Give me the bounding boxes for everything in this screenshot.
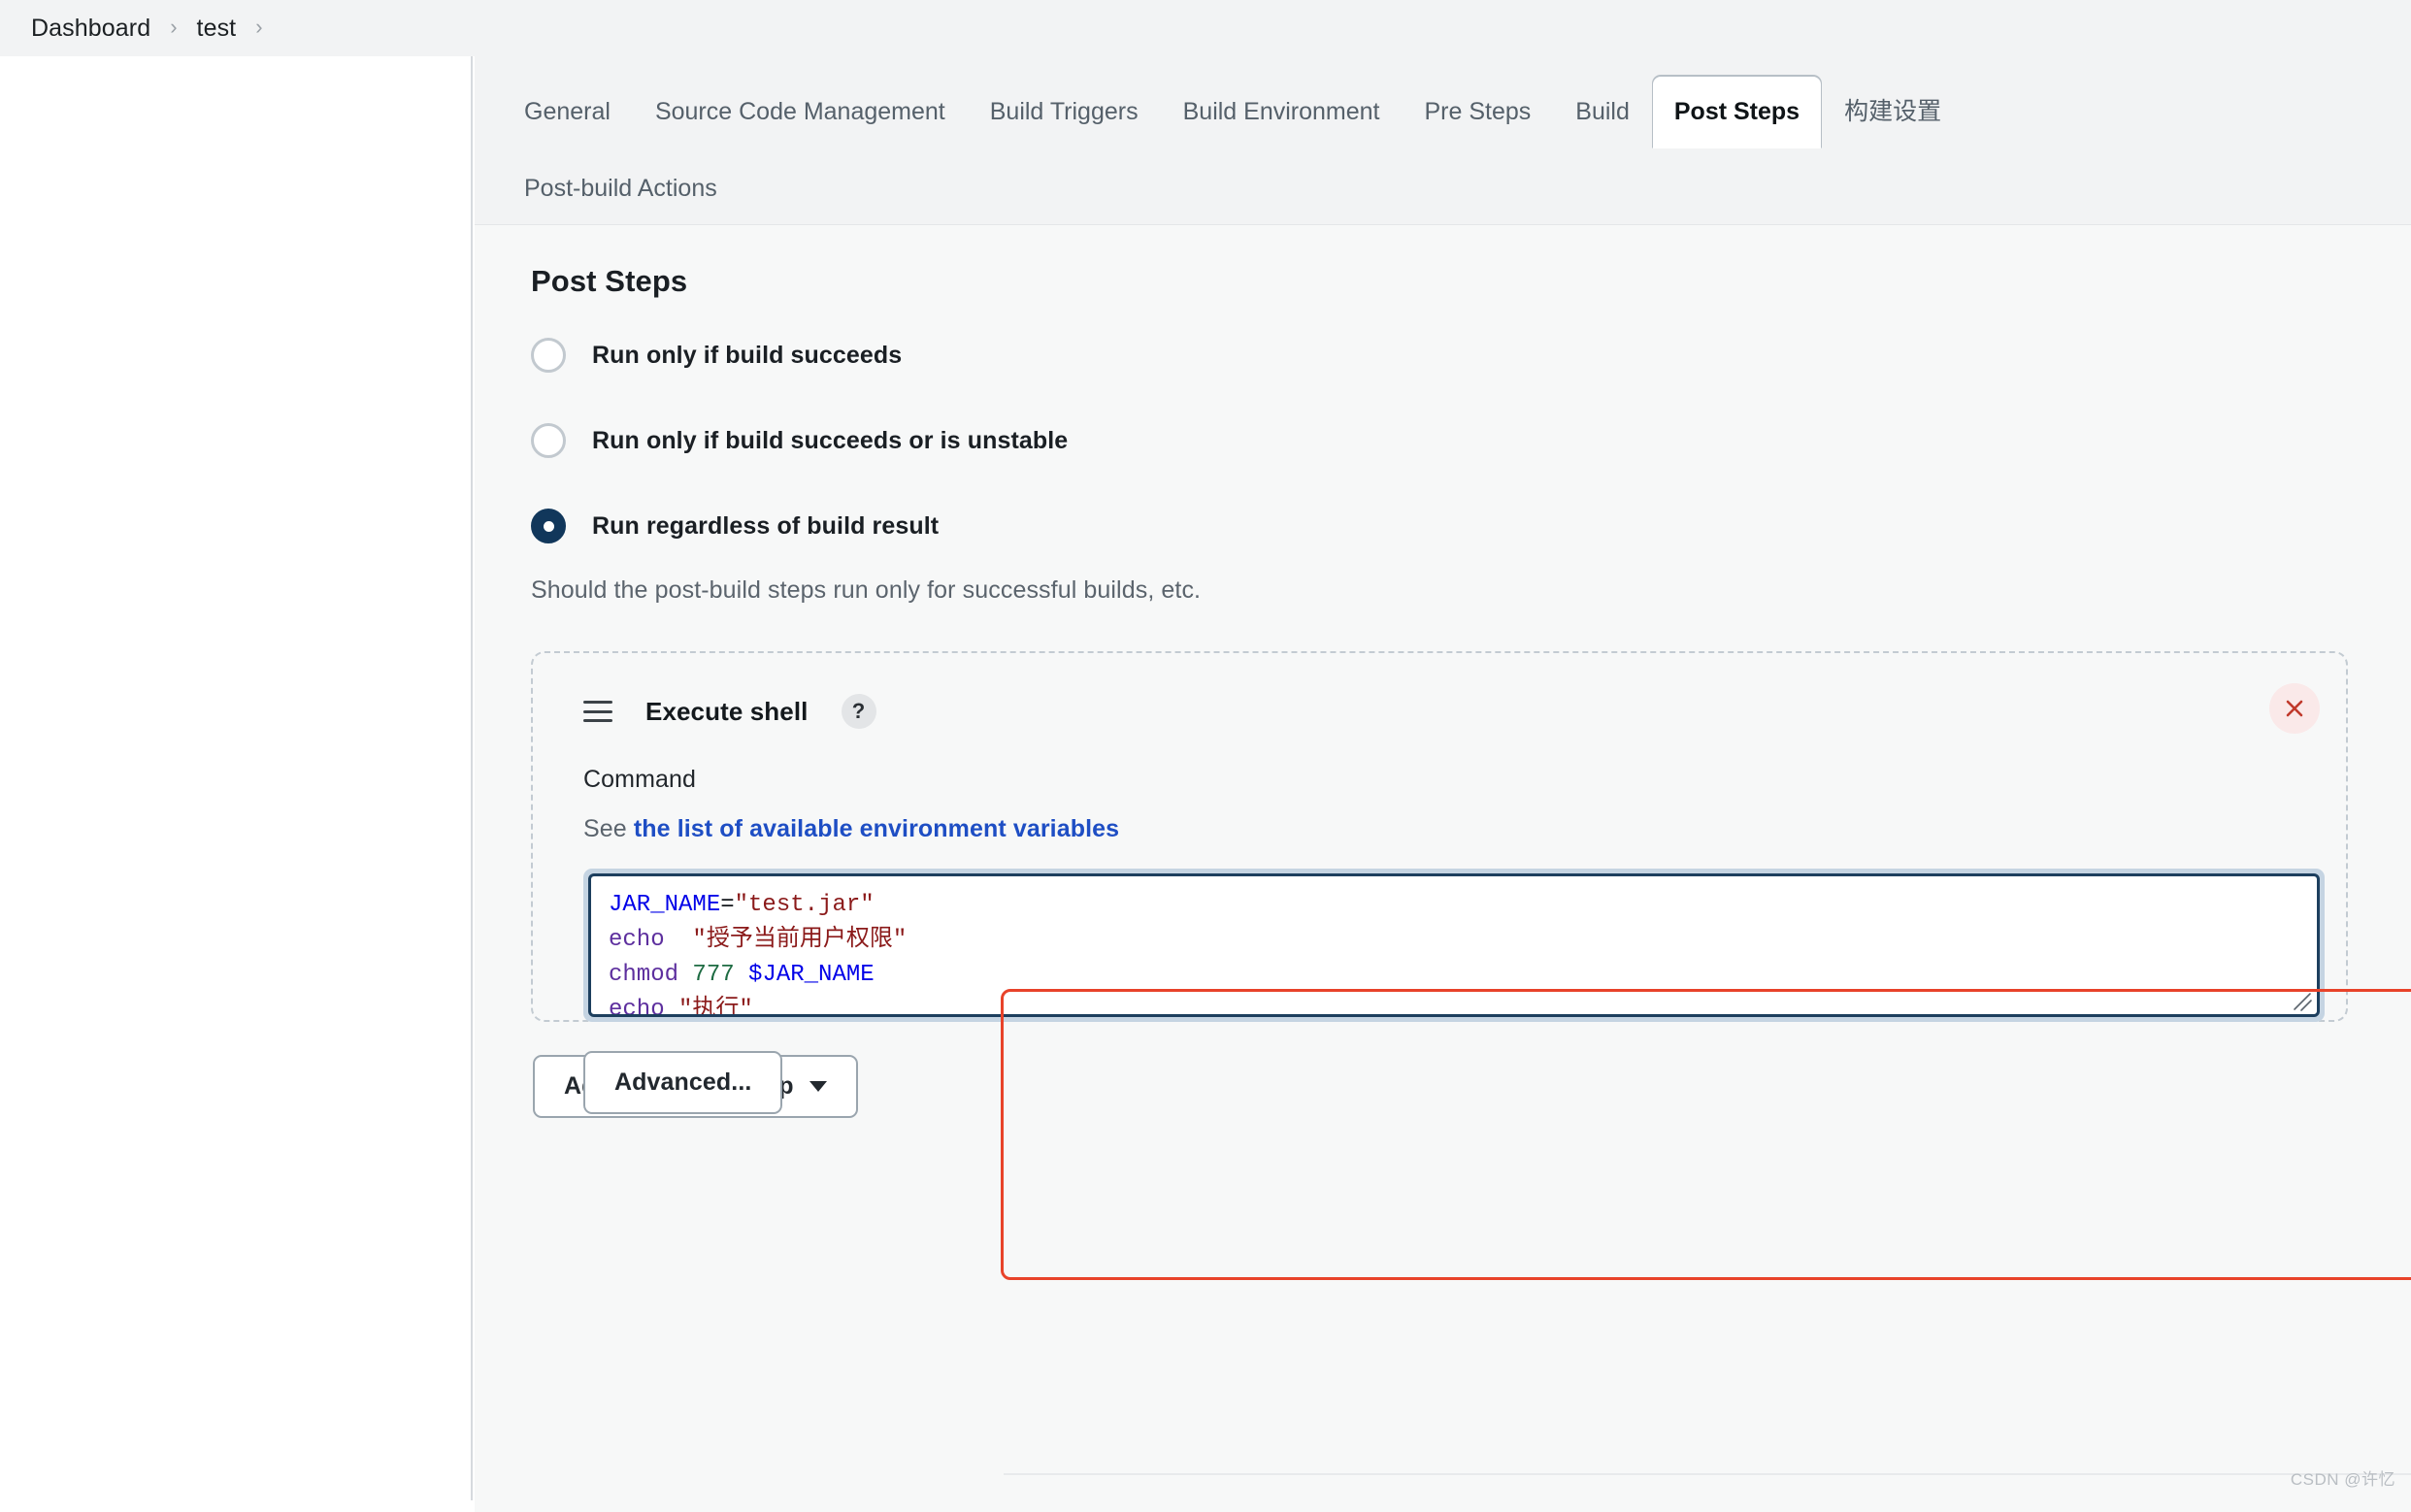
- tab-pre-steps[interactable]: Pre Steps: [1403, 76, 1554, 148]
- help-icon[interactable]: ?: [842, 694, 876, 729]
- main-content: General Source Code Management Build Tri…: [475, 56, 2411, 1500]
- tab-build-settings-cn[interactable]: 构建设置: [1822, 76, 1964, 148]
- drag-handle-icon[interactable]: [583, 701, 612, 722]
- command-textarea[interactable]: JAR_NAME="test.jar"echo "授予当前用户权限"chmod …: [588, 873, 2320, 1017]
- code-token: =: [720, 892, 734, 918]
- radio-row-regardless[interactable]: Run regardless of build result: [531, 509, 2411, 543]
- code-token: [735, 962, 748, 988]
- code-line: chmod 777 $JAR_NAME: [609, 958, 2299, 993]
- radio-button-succeeds-or-unstable[interactable]: [531, 423, 566, 458]
- tab-post-build-actions[interactable]: Post-build Actions: [502, 152, 740, 225]
- breadcrumb-separator-icon-2: ›: [253, 16, 264, 38]
- advanced-button[interactable]: Advanced...: [583, 1051, 782, 1114]
- radio-label-regardless: Run regardless of build result: [592, 512, 939, 541]
- code-line: echo "授予当前用户权限": [609, 923, 2299, 958]
- env-variables-link[interactable]: the list of available environment variab…: [634, 815, 1119, 842]
- radio-button-succeeds[interactable]: [531, 338, 566, 373]
- breadcrumb-separator-icon: ›: [168, 16, 179, 38]
- env-variables-line: See the list of available environment va…: [583, 815, 2261, 843]
- tab-general[interactable]: General: [502, 76, 633, 148]
- run-condition-radio-group: Run only if build succeeds Run only if b…: [531, 338, 2411, 543]
- breadcrumb-item-dashboard[interactable]: Dashboard: [14, 15, 168, 43]
- step-title: Execute shell: [645, 697, 809, 727]
- tab-source-code-management[interactable]: Source Code Management: [633, 76, 968, 148]
- code-token: chmod: [609, 962, 678, 988]
- code-token: [665, 927, 693, 953]
- tab-build-triggers[interactable]: Build Triggers: [968, 76, 1161, 148]
- command-editor-focus-ring: JAR_NAME="test.jar"echo "授予当前用户权限"chmod …: [583, 869, 2325, 1022]
- code-token: "授予当前用户权限": [692, 927, 907, 953]
- bottom-divider: [1004, 1473, 2411, 1475]
- breadcrumb: Dashboard › test ›: [0, 0, 2411, 56]
- code-token: $JAR_NAME: [748, 962, 875, 988]
- post-steps-panel: Post Steps Run only if build succeeds Ru…: [475, 225, 2411, 1512]
- command-field-label: Command: [583, 766, 2261, 794]
- tab-build-environment[interactable]: Build Environment: [1161, 76, 1403, 148]
- radio-label-succeeds: Run only if build succeeds: [592, 342, 902, 370]
- code-token: [665, 997, 678, 1017]
- tab-build[interactable]: Build: [1553, 76, 1652, 148]
- tab-post-steps[interactable]: Post Steps: [1652, 76, 1822, 148]
- close-icon: [2282, 696, 2307, 721]
- code-token: [678, 962, 692, 988]
- code-token: "test.jar": [735, 892, 875, 918]
- code-line: JAR_NAME="test.jar": [609, 888, 2299, 923]
- execute-shell-step: Execute shell ? Command See the list of …: [531, 651, 2348, 1022]
- radio-button-regardless[interactable]: [531, 509, 566, 543]
- breadcrumb-item-test[interactable]: test: [180, 15, 254, 43]
- page-title: Post Steps: [531, 264, 2411, 299]
- code-token: 777: [692, 962, 734, 988]
- radio-row-succeeds-or-unstable[interactable]: Run only if build succeeds or is unstabl…: [531, 423, 2411, 458]
- code-token: echo: [609, 927, 665, 953]
- config-tabbar: General Source Code Management Build Tri…: [475, 56, 2411, 225]
- code-line: echo "执行": [609, 993, 2299, 1017]
- delete-step-button[interactable]: [2269, 683, 2320, 734]
- radio-label-succeeds-or-unstable: Run only if build succeeds or is unstabl…: [592, 427, 1068, 455]
- radio-row-succeeds[interactable]: Run only if build succeeds: [531, 338, 2411, 373]
- step-header: Execute shell ?: [583, 694, 2261, 729]
- code-token: "执行": [678, 997, 753, 1017]
- code-token: JAR_NAME: [609, 892, 720, 918]
- env-prefix-text: See: [583, 815, 634, 842]
- watermark: CSDN @许忆: [2291, 1465, 2395, 1490]
- step-body: Execute shell ? Command See the list of …: [552, 673, 2261, 1114]
- code-token: echo: [609, 997, 665, 1017]
- sidebar: [0, 56, 473, 1500]
- run-condition-helper-text: Should the post-build steps run only for…: [531, 576, 2411, 605]
